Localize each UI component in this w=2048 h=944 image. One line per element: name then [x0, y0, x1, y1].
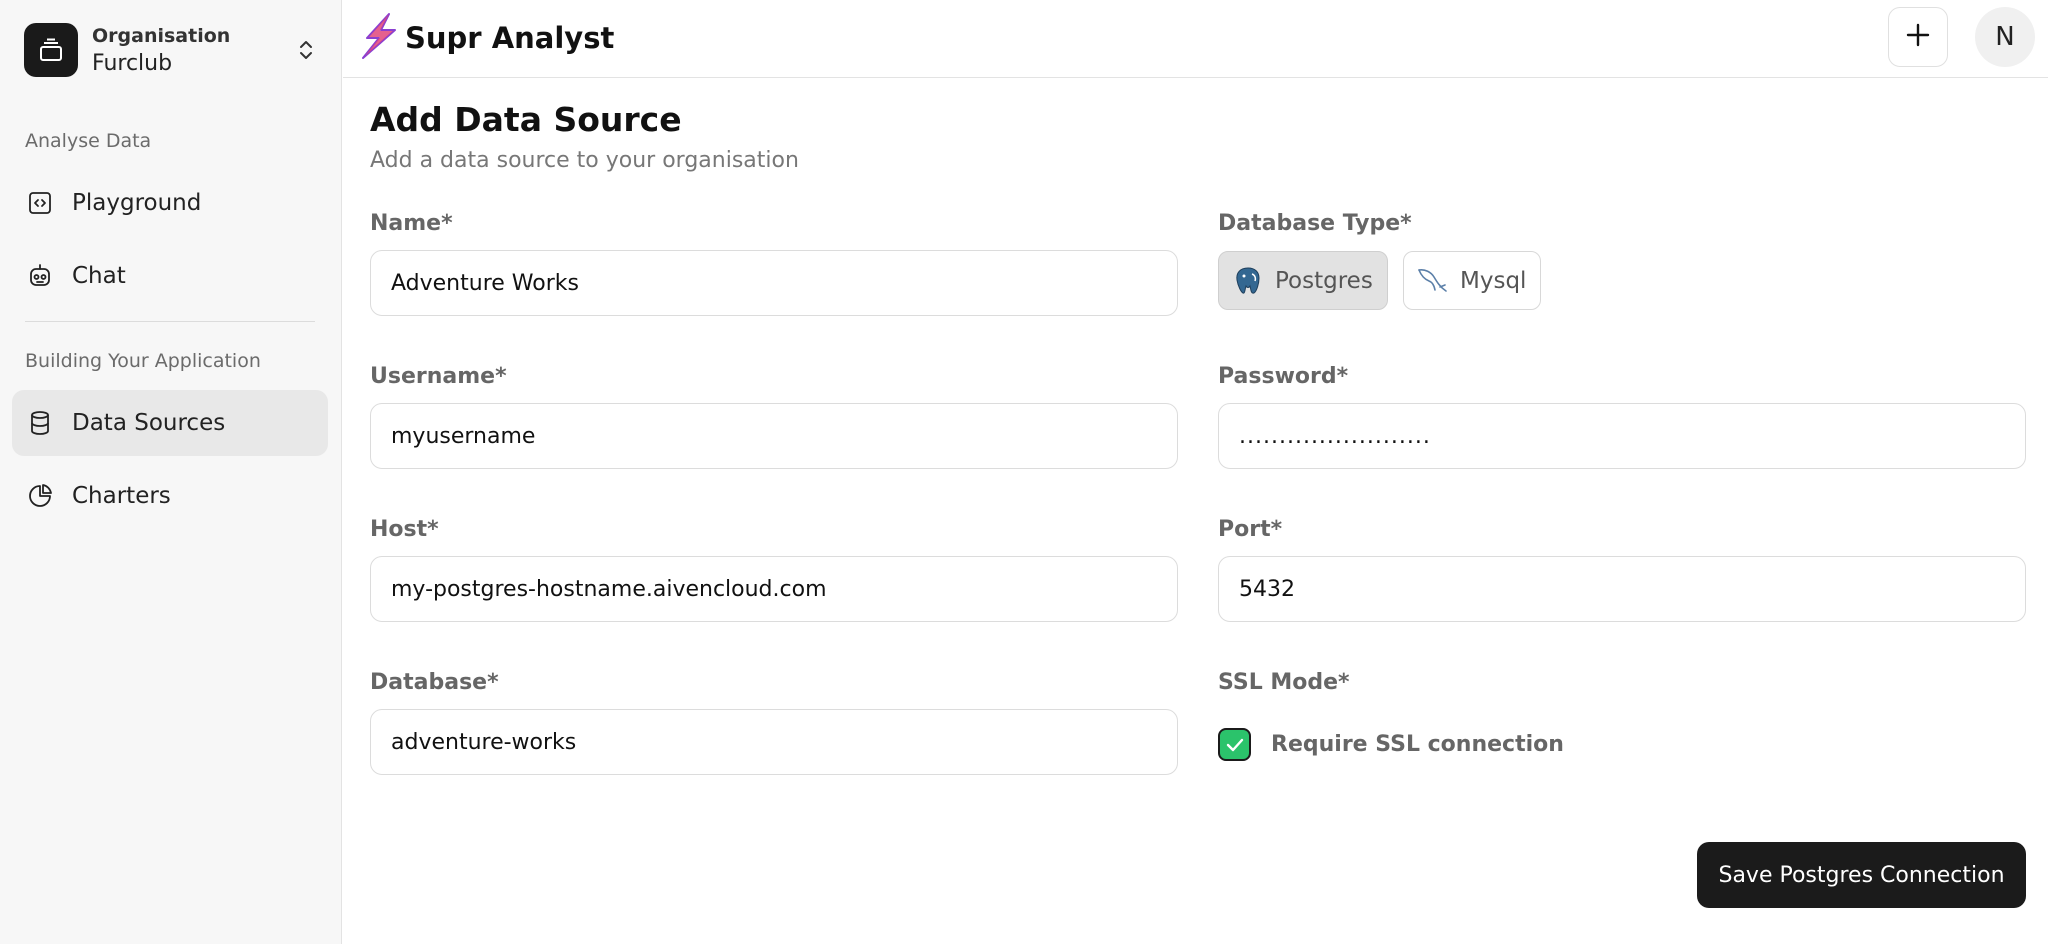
add-button[interactable]: [1888, 7, 1948, 67]
code-icon: [26, 189, 54, 217]
sidebar-divider: [25, 321, 315, 322]
database-type-label: Database Type*: [1218, 211, 1412, 236]
top-header: Supr Analyst N: [343, 0, 2048, 78]
sidebar-item-label: Charters: [72, 483, 171, 509]
brand-title: Supr Analyst: [405, 21, 615, 55]
database-label: Database*: [370, 670, 499, 695]
sidebar-item-charters[interactable]: Charters: [12, 463, 328, 529]
name-input[interactable]: [370, 250, 1178, 316]
username-label: Username*: [370, 364, 507, 389]
db-type-mysql-label: Mysql: [1460, 267, 1527, 294]
port-label: Port*: [1218, 517, 1283, 542]
host-input[interactable]: [370, 556, 1178, 622]
sidebar-item-label: Chat: [72, 263, 126, 289]
org-logo-icon: [24, 23, 78, 77]
db-type-postgres-label: Postgres: [1275, 267, 1373, 294]
check-icon: [1226, 738, 1243, 751]
username-input[interactable]: [370, 403, 1178, 469]
brand[interactable]: Supr Analyst: [359, 12, 614, 64]
org-switcher[interactable]: Organisation Furclub: [24, 22, 320, 78]
avatar[interactable]: N: [1975, 7, 2035, 67]
section-label-building: Building Your Application: [25, 350, 261, 372]
host-label: Host*: [370, 517, 439, 542]
ssl-checkbox-label: Require SSL connection: [1271, 732, 1564, 757]
page-subtitle: Add a data source to your organisation: [370, 148, 799, 173]
chevron-up-down-icon: [292, 36, 320, 64]
ssl-mode-label: SSL Mode*: [1218, 670, 1350, 695]
ssl-checkbox[interactable]: [1218, 728, 1251, 761]
database-input[interactable]: [370, 709, 1178, 775]
sidebar-item-label: Playground: [72, 190, 202, 216]
plus-icon: [1905, 22, 1931, 52]
name-label: Name*: [370, 211, 453, 236]
sidebar: Organisation Furclub Analyse Data Playgr…: [0, 0, 342, 944]
page-title: Add Data Source: [370, 100, 682, 139]
password-input[interactable]: [1218, 403, 2026, 469]
sidebar-item-playground[interactable]: Playground: [12, 170, 328, 236]
lightning-logo-icon: [359, 12, 399, 64]
database-icon: [26, 409, 54, 437]
section-label-analyse: Analyse Data: [25, 130, 152, 152]
port-input[interactable]: [1218, 556, 2026, 622]
db-type-postgres-button[interactable]: Postgres: [1218, 251, 1388, 310]
mysql-dolphin-icon: [1416, 264, 1450, 298]
pie-chart-icon: [26, 482, 54, 510]
postgres-elephant-icon: [1231, 264, 1265, 298]
sidebar-item-chat[interactable]: Chat: [12, 243, 328, 309]
db-type-mysql-button[interactable]: Mysql: [1403, 251, 1542, 310]
password-label: Password*: [1218, 364, 1349, 389]
sidebar-item-data-sources[interactable]: Data Sources: [12, 390, 328, 456]
save-connection-button[interactable]: Save Postgres Connection: [1697, 842, 2026, 908]
org-label: Organisation: [92, 24, 231, 47]
ssl-checkbox-row[interactable]: Require SSL connection: [1218, 728, 1564, 761]
sidebar-item-label: Data Sources: [72, 410, 226, 436]
org-name: Furclub: [92, 50, 173, 76]
bot-icon: [26, 262, 54, 290]
